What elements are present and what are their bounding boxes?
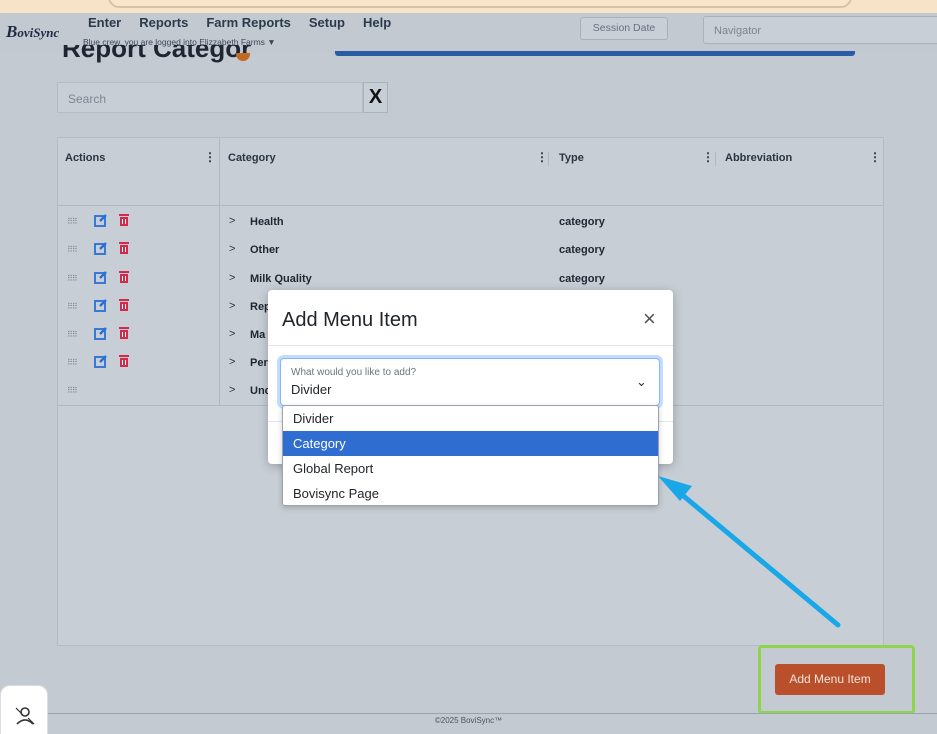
footer-copyright: ©2025 BoviSync™ [434,716,503,725]
add-menu-item-button[interactable]: Add Menu Item [775,664,885,695]
footer-divider [0,713,937,714]
support-icon [13,704,37,733]
annotation-arrow [658,476,841,628]
help-widget[interactable] [0,685,48,734]
